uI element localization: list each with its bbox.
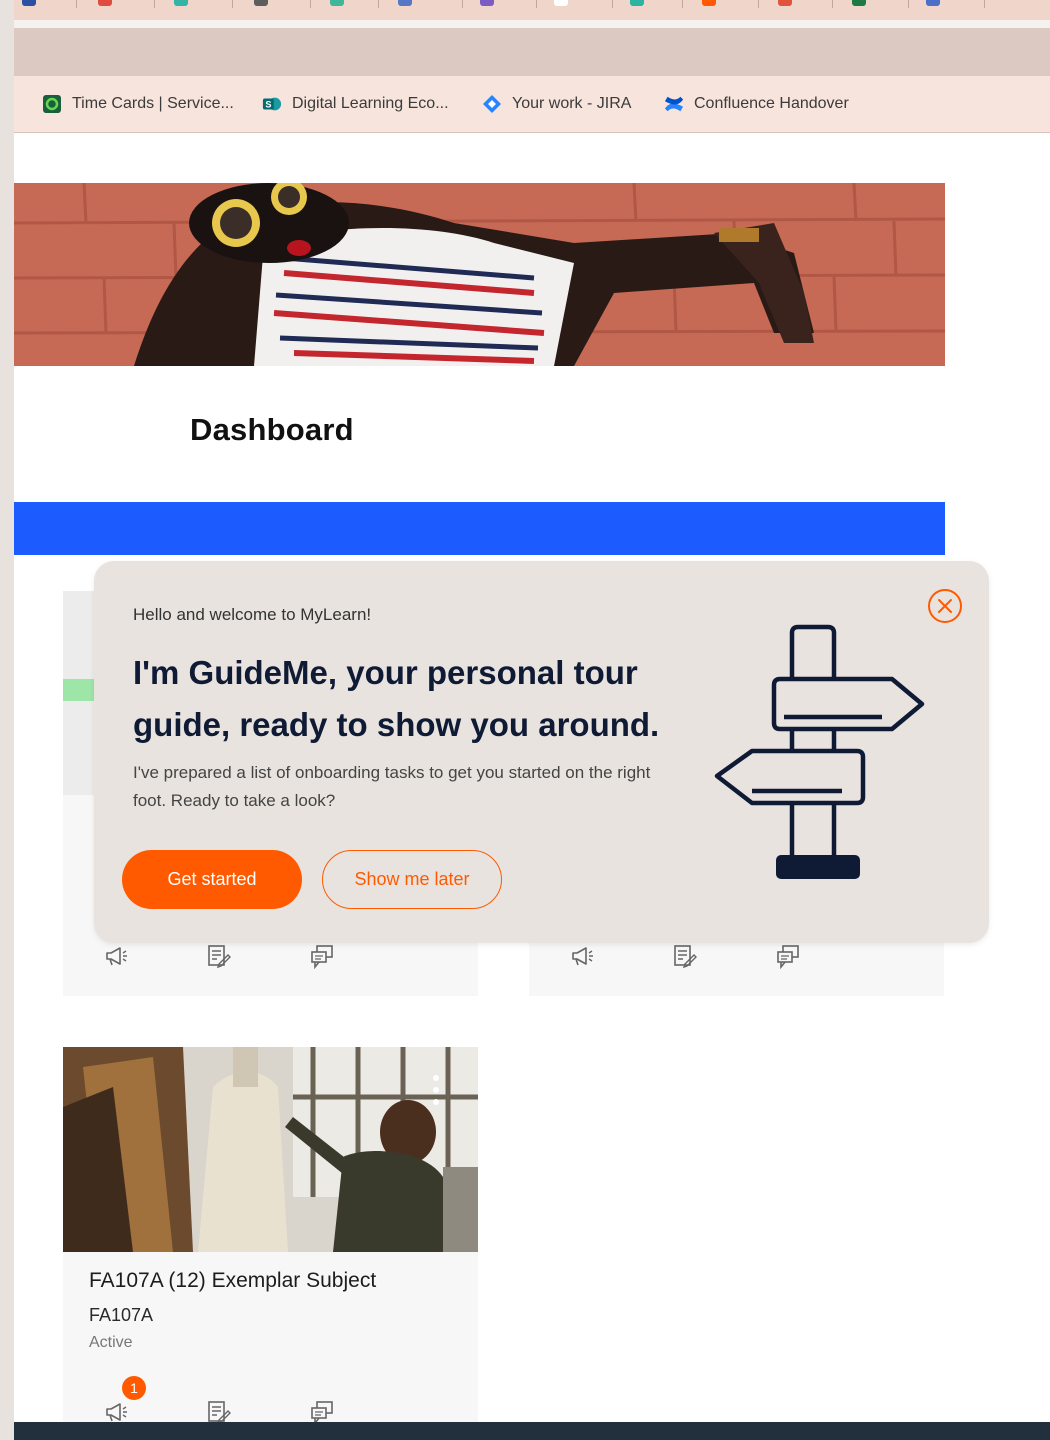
tab-divider	[612, 0, 613, 8]
browser-address-bar[interactable]	[14, 28, 1050, 76]
tab-icon[interactable]	[22, 0, 36, 6]
popup-greeting: Hello and welcome to MyLearn!	[133, 605, 372, 624]
bookmark-label: Digital Learning Eco...	[292, 95, 449, 112]
bookmark-label: Confluence Handover	[694, 95, 849, 112]
bookmark-label: Your work - JIRA	[512, 95, 632, 112]
discussions-icon[interactable]	[309, 943, 335, 969]
dashboard-header-bar	[14, 502, 945, 555]
announcement-count-badge: 1	[122, 1376, 146, 1400]
svg-text:S: S	[265, 100, 271, 110]
tab-divider	[76, 0, 77, 8]
left-window-edge	[0, 0, 14, 1440]
tab-icon[interactable]	[254, 0, 268, 6]
tab-divider	[984, 0, 985, 8]
course-code: FA107A	[89, 1305, 154, 1325]
bookmark-label: Time Cards | Service...	[72, 95, 234, 112]
tab-divider	[758, 0, 759, 8]
course-status: Active	[89, 1334, 133, 1351]
announcements-icon[interactable]	[103, 943, 129, 969]
tab-icon[interactable]	[398, 0, 412, 6]
assignments-icon[interactable]	[672, 943, 698, 969]
tab-divider	[154, 0, 155, 8]
servicenow-icon	[42, 94, 62, 114]
tab-divider	[908, 0, 909, 8]
tab-icon[interactable]	[852, 0, 866, 6]
bookmark-time-cards[interactable]: Time Cards | Service...	[42, 94, 234, 114]
page-title: Dashboard	[190, 412, 354, 447]
course-options-menu-button[interactable]	[431, 1073, 441, 1109]
sharepoint-icon: S	[262, 94, 282, 114]
tab-divider	[832, 0, 833, 8]
browser-tab-strip	[14, 0, 1050, 20]
tab-icon[interactable]	[480, 0, 494, 6]
course-title[interactable]: FA107A (12) Exemplar Subject	[89, 1269, 376, 1293]
show-me-later-button[interactable]: Show me later	[322, 850, 502, 909]
discussions-icon[interactable]	[775, 943, 801, 969]
confluence-icon	[664, 94, 684, 114]
bookmarks-bar: Time Cards | Service... S Digital Learni…	[14, 76, 1050, 133]
popup-description: I've prepared a list of onboarding tasks…	[133, 763, 651, 810]
get-started-button[interactable]: Get started	[122, 850, 302, 909]
footer-bar	[14, 1422, 1050, 1440]
tab-icon[interactable]	[174, 0, 188, 6]
tab-divider	[682, 0, 683, 8]
bookmark-digital-learning[interactable]: S Digital Learning Eco...	[262, 94, 449, 114]
tab-icon[interactable]	[778, 0, 792, 6]
popup-headline: I'm GuideMe, your personal tour guide, r…	[133, 654, 660, 743]
tab-divider	[462, 0, 463, 8]
tab-icon[interactable]	[554, 0, 568, 6]
signpost-icon	[714, 624, 925, 879]
hero-banner-image	[14, 183, 945, 366]
course-card[interactable]: FA107A (12) Exemplar Subject FA107A Acti…	[63, 1047, 478, 1440]
announcements-icon[interactable]	[569, 943, 595, 969]
close-icon[interactable]	[927, 588, 963, 624]
bookmark-jira[interactable]: Your work - JIRA	[482, 94, 631, 114]
tab-icon[interactable]	[926, 0, 940, 6]
tab-icon[interactable]	[702, 0, 716, 6]
tab-icon[interactable]	[98, 0, 112, 6]
bookmark-confluence[interactable]: Confluence Handover	[664, 94, 849, 114]
tab-icon[interactable]	[330, 0, 344, 6]
jira-icon	[482, 94, 502, 114]
course-card-image	[63, 1047, 478, 1252]
guideme-welcome-popup: Hello and welcome to MyLearn! I'm GuideM…	[94, 561, 989, 943]
tab-divider	[536, 0, 537, 8]
assignments-icon[interactable]	[206, 943, 232, 969]
tab-divider	[378, 0, 379, 8]
tab-divider	[232, 0, 233, 8]
tab-divider	[310, 0, 311, 8]
browser-tab-gap	[14, 20, 1050, 28]
tab-icon[interactable]	[630, 0, 644, 6]
